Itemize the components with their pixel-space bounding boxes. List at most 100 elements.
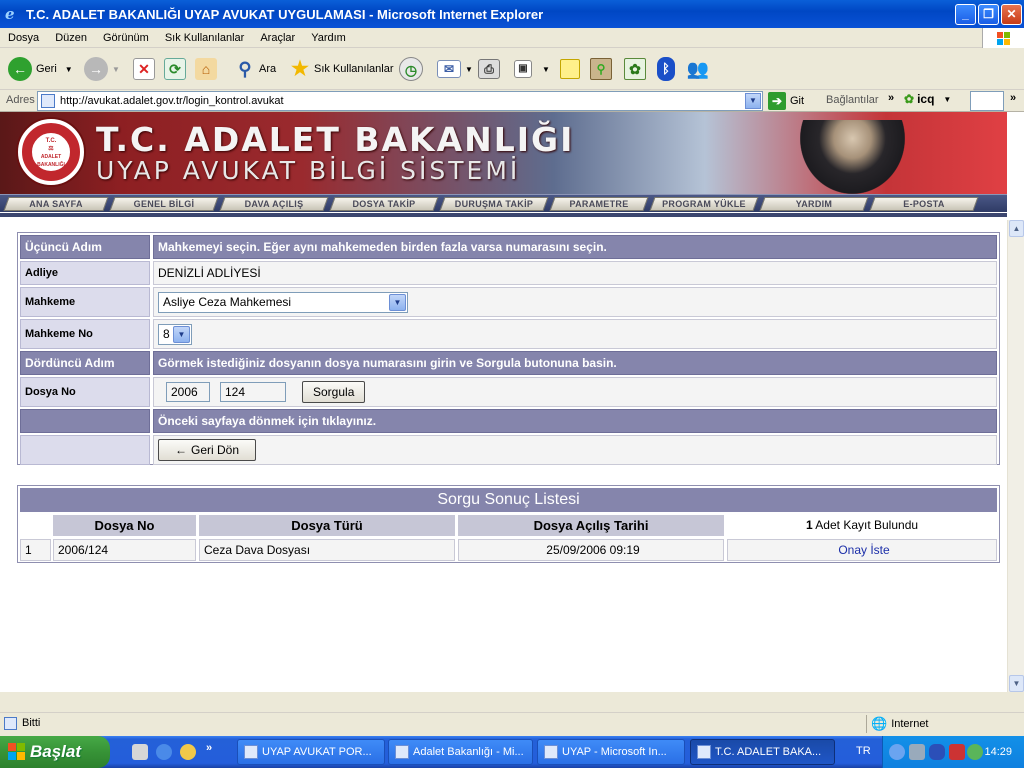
home-icon: ⌂: [195, 58, 217, 80]
mail-button[interactable]: ✉ ▼: [437, 55, 473, 83]
scroll-up-icon[interactable]: ▲: [1009, 220, 1024, 237]
windows-logo-icon: [982, 28, 1024, 48]
tray-expand-icon[interactable]: [889, 744, 905, 760]
chevron-more-icon[interactable]: »: [888, 92, 894, 104]
nav-durusma-takip[interactable]: DURUŞMA TAKİP: [439, 197, 549, 211]
ie-quicklaunch-icon[interactable]: [156, 744, 172, 760]
stop-icon: ✕: [133, 58, 155, 80]
task-uyap-portal[interactable]: UYAP AVUKAT POR...: [237, 739, 385, 765]
media-quicklaunch-icon[interactable]: [180, 744, 196, 760]
print-icon: ⎙: [478, 59, 500, 79]
bluetooth-button[interactable]: ᛒ: [657, 55, 675, 83]
task-tc-adalet-active[interactable]: T.C. ADALET BAKA...: [690, 739, 835, 765]
nav-dava-acilis[interactable]: DAVA AÇILIŞ: [219, 197, 329, 211]
forward-button[interactable]: → ▼: [84, 55, 120, 83]
menu-favorites[interactable]: Sık Kullanılanlar: [157, 32, 253, 44]
task-adalet-bakanligi[interactable]: Adalet Bakanlığı - Mi...: [388, 739, 533, 765]
mahkeme-no-cell: 8 ▼: [153, 319, 997, 349]
sorgula-button[interactable]: Sorgula: [302, 381, 366, 403]
onay-iste-link[interactable]: Onay İste: [838, 543, 889, 557]
nav-genel-bilgi[interactable]: GENEL BİLGİ: [109, 197, 219, 211]
geri-don-label: Geri Dön: [191, 443, 240, 457]
back-label-cell: [20, 409, 150, 433]
forward-arrow-icon: →: [84, 57, 108, 81]
edit-button[interactable]: ▣ ▼: [514, 55, 550, 83]
geri-don-button[interactable]: ← Geri Dön: [158, 439, 257, 461]
address-input[interactable]: http://avukat.adalet.gov.tr/login_kontro…: [37, 91, 763, 111]
links-label[interactable]: Bağlantılar: [826, 94, 879, 106]
nav-ana-sayfa[interactable]: ANA SAYFA: [3, 197, 109, 211]
nav-label: GENEL BİLGİ: [133, 199, 195, 209]
start-button[interactable]: Başlat: [0, 736, 110, 768]
maximize-button[interactable]: ❐: [978, 4, 999, 25]
dosya-year-input[interactable]: 2006: [166, 382, 210, 402]
banner-subtitle: UYAP AVUKAT BİLGİ SİSTEMİ: [96, 156, 521, 185]
bluetooth-tray-icon[interactable]: [929, 744, 945, 760]
menu-edit[interactable]: Düzen: [47, 32, 95, 44]
favorites-star-icon: ★: [291, 58, 309, 80]
menu-view[interactable]: Görünüm: [95, 32, 157, 44]
start-label: Başlat: [30, 742, 82, 761]
menu-file[interactable]: Dosya: [0, 32, 47, 44]
mahkeme-no-select[interactable]: 8 ▼: [158, 323, 192, 345]
quicklaunch-more-icon[interactable]: »: [206, 742, 212, 754]
back-dropdown-icon[interactable]: ▼: [65, 65, 73, 74]
table-cell-dosya-turu: Ceza Dava Dosyası: [199, 539, 455, 561]
back-instruction: Önceki sayfaya dönmek için tıklayınız.: [153, 409, 997, 433]
query-form: Üçüncü Adım Mahkemeyi seçin. Eğer aynı m…: [17, 232, 1000, 465]
refresh-button[interactable]: ⟳: [164, 55, 186, 83]
ministry-seal-logo: T.C. ⚖ ADALET BAKANLIĞI: [18, 119, 84, 185]
address-dropdown-icon[interactable]: ▼: [745, 93, 761, 109]
col-header-dosya-turu: Dosya Türü: [199, 515, 455, 536]
nav-e-posta[interactable]: E-POSTA: [869, 197, 979, 211]
mahkeme-select[interactable]: Asliye Ceza Mahkemesi ▼: [158, 291, 408, 313]
chevron-more-icon-2[interactable]: »: [1010, 92, 1016, 104]
notes-button[interactable]: [560, 55, 580, 83]
left-arrow-icon: ←: [175, 443, 187, 457]
show-desktop-icon[interactable]: [132, 744, 148, 760]
stop-button[interactable]: ✕: [133, 55, 155, 83]
messenger-button[interactable]: 👥: [686, 55, 710, 83]
messenger-tray-icon[interactable]: [967, 744, 983, 760]
vertical-scrollbar[interactable]: ▲ ▼: [1007, 220, 1024, 692]
close-button[interactable]: ✕: [1001, 4, 1022, 25]
mahkeme-cell: Asliye Ceza Mahkemesi ▼: [153, 287, 997, 317]
nav-parametre[interactable]: PARAMETRE: [549, 197, 649, 211]
history-button[interactable]: ◷: [399, 55, 423, 83]
language-indicator[interactable]: TR: [856, 745, 871, 757]
back-button[interactable]: ← Geri ▼: [8, 55, 73, 83]
mahkeme-label: Mahkeme: [20, 287, 150, 317]
icq-toolbar-button[interactable]: ✿: [624, 55, 646, 83]
task-uyap-ie[interactable]: UYAP - Microsoft In...: [537, 739, 685, 765]
main-nav: ANA SAYFA GENEL BİLGİ DAVA AÇILIŞ DOSYA …: [0, 194, 1007, 217]
nav-program-yukle[interactable]: PROGRAM YÜKLE: [649, 197, 759, 211]
go-button[interactable]: ➔ Git: [768, 91, 804, 111]
home-button[interactable]: ⌂: [195, 55, 217, 83]
nav-dosya-takip[interactable]: DOSYA TAKİP: [329, 197, 439, 211]
clock: 14:29: [984, 746, 1012, 758]
research-button[interactable]: ⚲: [590, 55, 612, 83]
security-tray-icon[interactable]: [949, 744, 965, 760]
mahkeme-selected-value: Asliye Ceza Mahkemesi: [163, 295, 292, 309]
step3-label: Üçüncü Adım: [20, 235, 150, 259]
icq-button[interactable]: ✿ icq ▼: [904, 92, 951, 106]
network-icon[interactable]: [909, 744, 925, 760]
table-cell-dosya-no: 2006/124: [53, 539, 196, 561]
zone-label: Internet: [891, 718, 929, 730]
ie-icon: [697, 745, 711, 759]
favorites-button[interactable]: ★ Sık Kullanılanlar: [288, 55, 393, 83]
menu-tools[interactable]: Araçlar: [252, 32, 303, 44]
search-icon: ⚲: [238, 59, 252, 79]
scroll-down-icon[interactable]: ▼: [1009, 675, 1024, 692]
nav-yardim[interactable]: YARDIM: [759, 197, 869, 211]
dosya-number-input[interactable]: 124: [220, 382, 286, 402]
minimize-button[interactable]: _: [955, 4, 976, 25]
taskbar: Başlat » UYAP AVUKAT POR... Adalet Bakan…: [0, 736, 1024, 768]
title-bar: e T.C. ADALET BAKANLIĞI UYAP AVUKAT UYGU…: [0, 0, 1024, 28]
menu-help[interactable]: Yardım: [303, 32, 354, 44]
search-button[interactable]: ⚲ Ara: [233, 55, 276, 83]
go-label: Git: [790, 95, 805, 107]
window-title: T.C. ADALET BAKANLIĞI UYAP AVUKAT UYGULA…: [26, 6, 544, 22]
icq-search-input[interactable]: [970, 91, 1004, 111]
print-button[interactable]: ⎙: [478, 55, 500, 83]
